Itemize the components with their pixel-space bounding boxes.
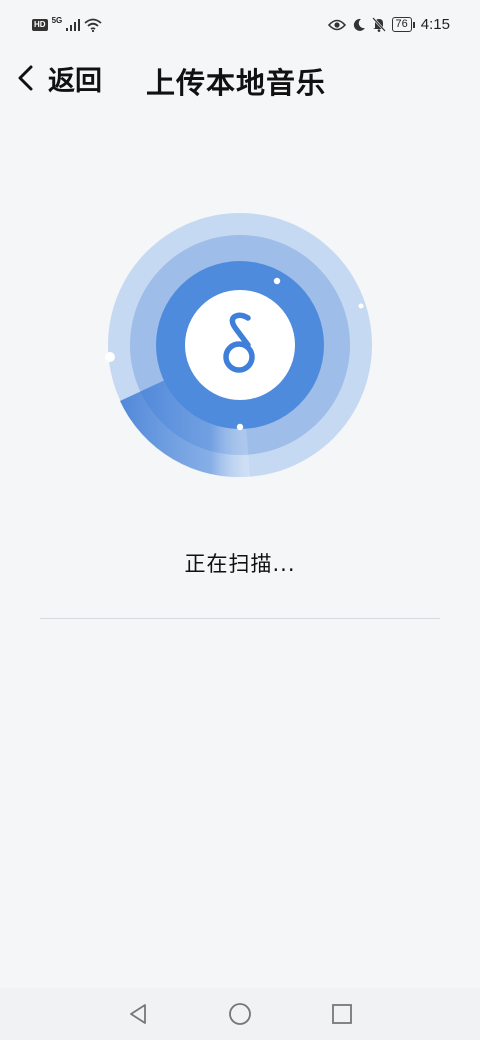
sparkle-dot [358, 303, 364, 309]
hd-icon: HD [32, 19, 48, 31]
home-circle-icon[interactable] [228, 1002, 252, 1026]
divider [40, 618, 440, 619]
upload-local-music-screen: HD 5G 76 4:15 返回 上传本地音乐 正在扫描... [0, 0, 480, 1040]
chevron-left-icon [18, 65, 33, 91]
eye-icon [327, 19, 346, 30]
wifi-icon [84, 18, 102, 32]
status-time: 4:15 [420, 16, 450, 33]
sparkle-dot [273, 277, 281, 285]
moon-icon [353, 18, 365, 31]
system-nav-bar [0, 988, 480, 1040]
status-bar-left: HD 5G [32, 15, 102, 32]
page-title: 上传本地音乐 [146, 66, 327, 100]
status-bar-right: 76 4:15 [327, 16, 450, 33]
back-triangle-icon[interactable] [126, 1002, 150, 1026]
status-bar: HD 5G 76 4:15 [0, 0, 480, 56]
scan-status-text: 正在扫描... [184, 552, 296, 576]
signal-icon [66, 19, 81, 31]
back-button[interactable]: 返回 [16, 58, 102, 98]
scan-animation [105, 213, 372, 478]
bell-off-icon [371, 17, 386, 32]
sparkle-dot [105, 352, 115, 362]
sparkle-dot [236, 423, 244, 431]
recents-square-icon[interactable] [330, 1002, 354, 1026]
battery-icon: 76 [391, 17, 416, 32]
back-label: 返回 [48, 65, 102, 97]
network-type-label: 5G [51, 15, 63, 25]
header: 返回 上传本地音乐 [0, 56, 480, 100]
